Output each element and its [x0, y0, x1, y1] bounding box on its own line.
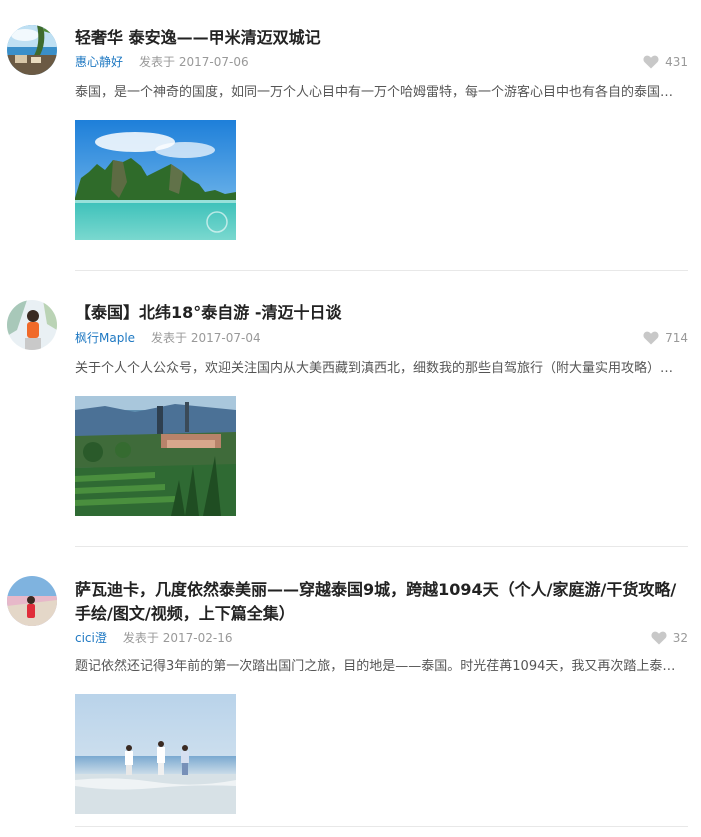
like-number: 431: [665, 55, 688, 69]
avatar[interactable]: [7, 300, 57, 350]
post-meta: cici澄 发表于 2017-02-16: [75, 630, 232, 646]
post-date: 2017-07-06: [178, 55, 249, 69]
like-number: 32: [672, 631, 688, 645]
post-divider: [75, 546, 688, 547]
avatar[interactable]: [7, 576, 57, 626]
post-excerpt: 题记依然还记得3年前的第一次踏出国门之旅，目的地是——泰国。时光荏苒1094天，…: [75, 659, 688, 674]
author-link[interactable]: cici澄: [75, 631, 107, 645]
like-number: 714: [665, 331, 688, 345]
post-date: 2017-07-04: [190, 331, 261, 345]
post-excerpt: 关于个人个人公众号，欢迎关注国内从大美西藏到滇西北，细数我的那些自驾旅行（附大量…: [75, 361, 674, 376]
post-excerpt: 泰国，是一个神奇的国度，如同一万个人心目中有一万个哈姆雷特，每一个游客心目中也有…: [75, 85, 674, 100]
post-divider: [75, 826, 688, 827]
post-title-line: 萨瓦迪卡，几度依然泰美丽——穿越泰国9城，跨越1094天（个人/家庭游/干货攻略…: [75, 580, 677, 599]
avatar[interactable]: [7, 25, 57, 75]
post-thumbnail[interactable]: [75, 396, 236, 516]
date-prefix: 发表于: [151, 331, 188, 345]
post-thumbnail[interactable]: [75, 694, 236, 814]
like-count[interactable]: 714: [643, 330, 688, 346]
post-meta: 枫行Maple 发表于 2017-07-04: [75, 330, 261, 346]
author-link[interactable]: 枫行Maple: [75, 331, 135, 345]
post-date: 2017-02-16: [162, 631, 233, 645]
heart-icon: [643, 331, 659, 345]
author-link[interactable]: 惠心静好: [75, 55, 123, 69]
date-prefix: 发表于: [122, 631, 159, 645]
heart-icon: [651, 631, 667, 645]
post-title[interactable]: 轻奢华 泰安逸——甲米清迈双城记: [75, 26, 685, 50]
post-title[interactable]: 萨瓦迪卡，几度依然泰美丽——穿越泰国9城，跨越1094天（个人/家庭游/干货攻略…: [75, 578, 685, 626]
post-divider: [75, 270, 688, 271]
like-count[interactable]: 431: [643, 54, 688, 70]
post-title-line: 手绘/图文/视频，上下篇全集）: [75, 604, 295, 623]
post-title[interactable]: 【泰国】北纬18°泰自游 -清迈十日谈: [75, 301, 685, 325]
heart-icon: [643, 55, 659, 69]
post-meta: 惠心静好 发表于 2017-07-06: [75, 54, 249, 70]
date-prefix: 发表于: [139, 55, 176, 69]
like-count[interactable]: 32: [651, 630, 688, 646]
post-thumbnail[interactable]: [75, 120, 236, 240]
